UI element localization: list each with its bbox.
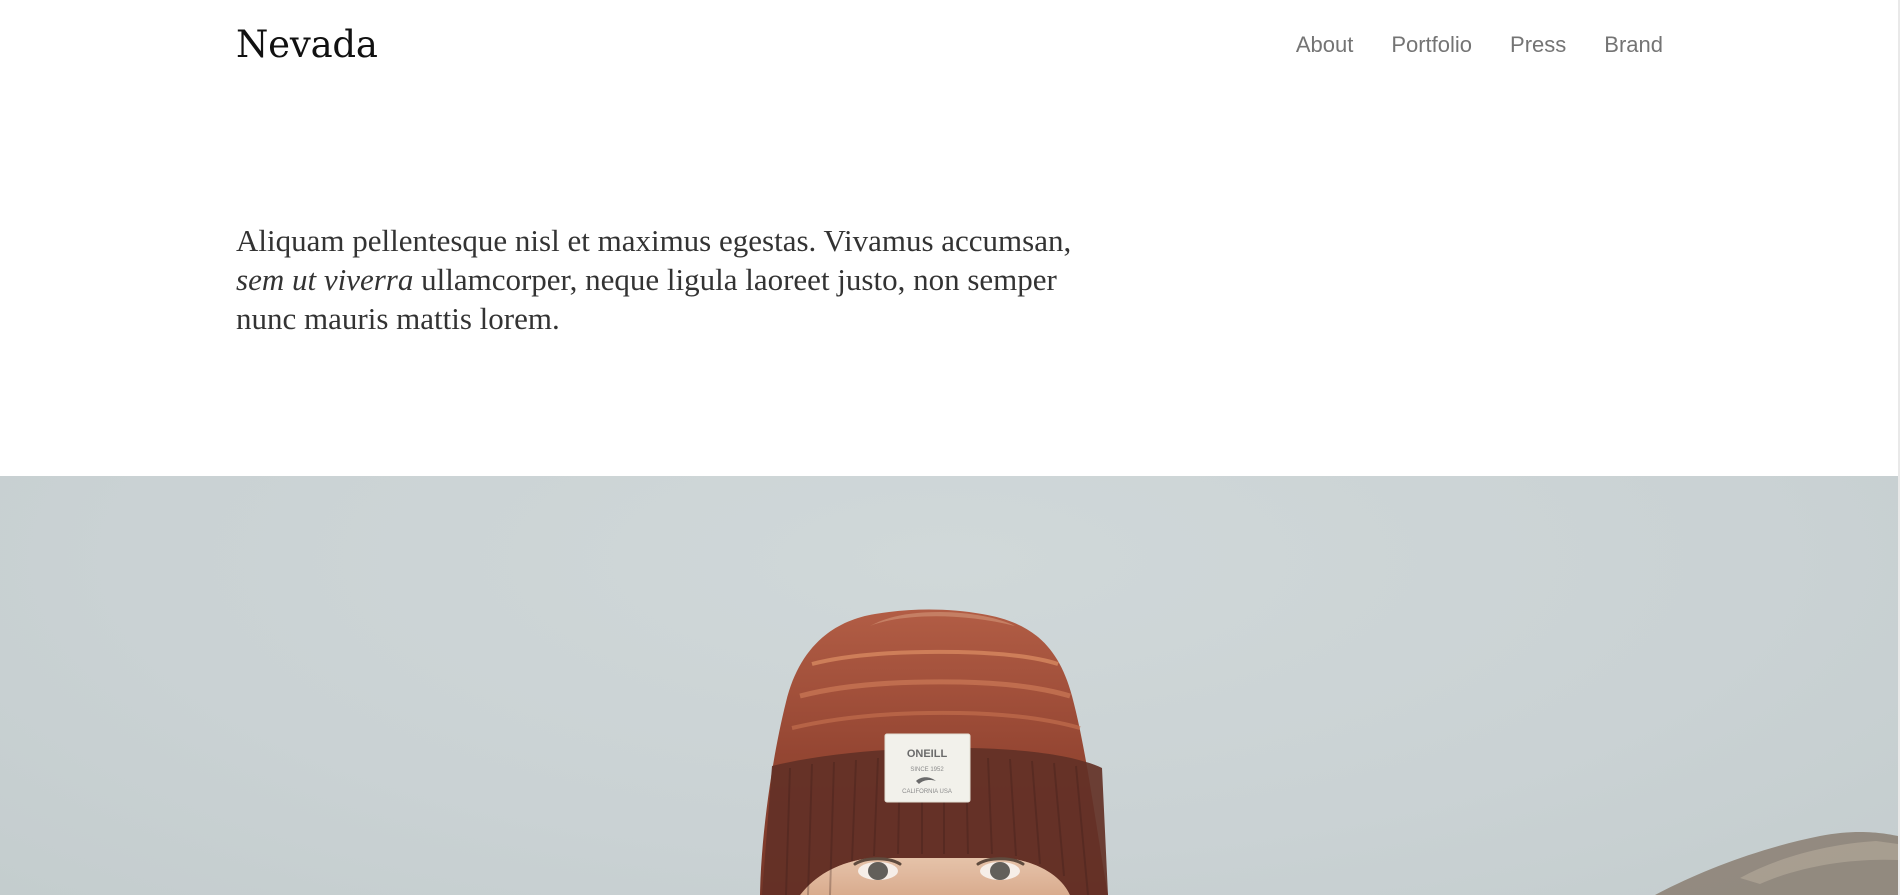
- hero-vignette: [0, 476, 1898, 895]
- nav-about[interactable]: About: [1296, 30, 1354, 60]
- nav-brand[interactable]: Brand: [1604, 30, 1663, 60]
- main-nav: About Portfolio Press Brand: [1296, 30, 1663, 60]
- content-area: Nevada About Portfolio Press Brand Aliqu…: [0, 0, 1898, 895]
- site-title[interactable]: Nevada: [236, 20, 378, 70]
- intro-text-emphasis: sem ut viverra: [236, 262, 414, 297]
- hero-photo-illustration: ONEILL SINCE 1952 CALIFORNIA USA: [0, 476, 1898, 895]
- nav-press[interactable]: Press: [1510, 30, 1566, 60]
- intro-section: Aliquam pellentesque nisl et maximus ege…: [236, 221, 1096, 338]
- nav-portfolio[interactable]: Portfolio: [1391, 30, 1472, 60]
- site-header: Nevada About Portfolio Press Brand: [0, 0, 1898, 96]
- intro-paragraph: Aliquam pellentesque nisl et maximus ege…: [236, 221, 1096, 338]
- page: Nevada About Portfolio Press Brand Aliqu…: [0, 0, 1900, 895]
- hero-image: ONEILL SINCE 1952 CALIFORNIA USA: [0, 476, 1898, 895]
- intro-text-start: Aliquam pellentesque nisl et maximus ege…: [236, 223, 1072, 258]
